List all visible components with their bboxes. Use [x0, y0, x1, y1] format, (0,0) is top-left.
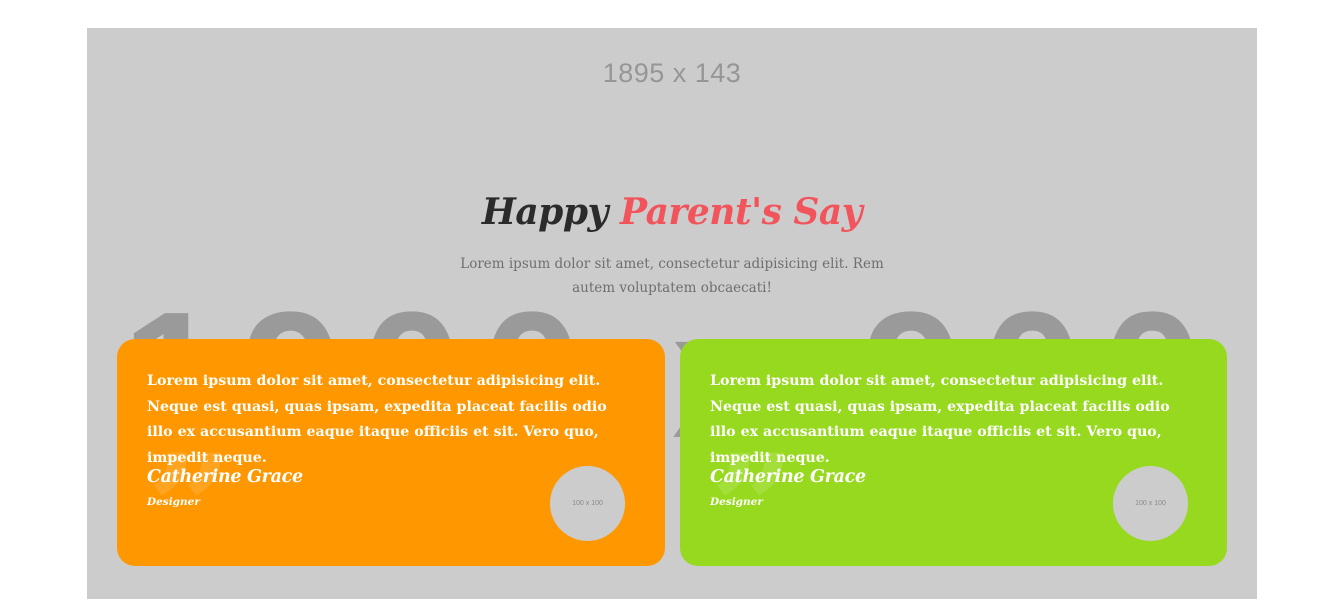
background-placeholder-label: 1895 x 143	[602, 58, 742, 88]
author-role: Designer	[147, 496, 200, 508]
testimonial-text: Lorem ipsum dolor sit amet, consectetur …	[710, 373, 1170, 466]
section-title: Happy Parent's Say	[87, 191, 1257, 233]
avatar-placeholder-label: 100 x 100	[572, 500, 603, 507]
author-role: Designer	[710, 496, 763, 508]
testimonials-section: 1895 x 143 1900 x 900 Happy Parent's Say…	[87, 28, 1257, 599]
testimonial-card: ” Lorem ipsum dolor sit amet, consectetu…	[117, 339, 665, 566]
testimonial-text: Lorem ipsum dolor sit amet, consectetur …	[147, 373, 607, 466]
avatar-placeholder-label: 100 x 100	[1135, 500, 1166, 507]
author-name: Catherine Grace	[147, 467, 303, 487]
author-name: Catherine Grace	[710, 467, 866, 487]
testimonial-card: ” Lorem ipsum dolor sit amet, consectetu…	[680, 339, 1227, 566]
avatar: 100 x 100	[550, 466, 625, 541]
title-accent: Parent's Say	[619, 191, 863, 233]
title-main: Happy	[481, 191, 609, 233]
avatar: 100 x 100	[1113, 466, 1188, 541]
section-subtitle: Lorem ipsum dolor sit amet, consectetur …	[460, 256, 884, 296]
